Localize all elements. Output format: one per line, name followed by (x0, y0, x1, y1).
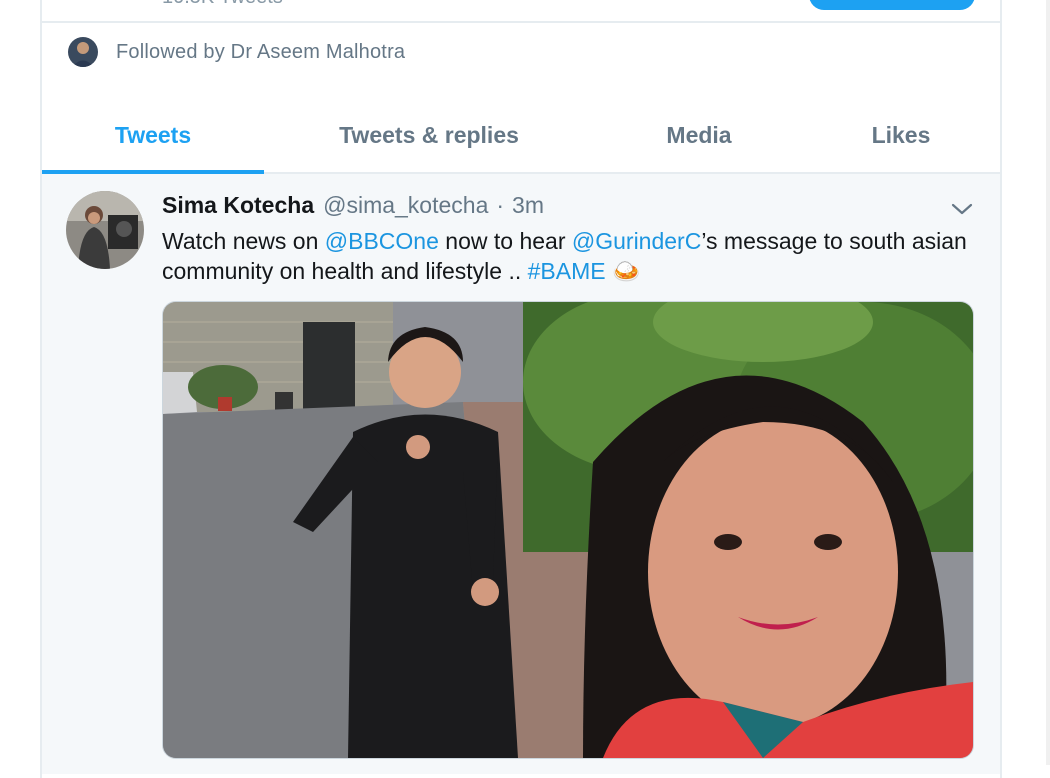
profile-header-strip: 10.5K Tweets (42, 0, 1000, 23)
tweet[interactable]: Sima Kotecha @sima_kotecha · 3m Watch ne… (42, 174, 1000, 774)
curry-emoji: 🍛 (605, 258, 641, 284)
header-separator: · (496, 192, 505, 218)
timeline-column: 10.5K Tweets Followed by Dr Aseem Malhot… (40, 0, 1002, 778)
chevron-down-icon[interactable] (950, 202, 974, 216)
author-name[interactable]: Sima Kotecha (162, 192, 314, 219)
text-segment: now to hear (438, 228, 572, 254)
tweet-header: Sima Kotecha @sima_kotecha · 3m (162, 192, 544, 219)
followed-by-row[interactable]: Followed by Dr Aseem Malhotra (68, 36, 405, 68)
tab-label: Likes (871, 121, 931, 148)
mention-link-bbcone[interactable]: @BBCOne (325, 228, 439, 254)
window-scrollbar[interactable] (1046, 0, 1050, 765)
tab-label: Tweets (114, 121, 192, 148)
mention-link-gurinderc[interactable]: @GurinderC (572, 228, 701, 254)
tab-label: Media (666, 121, 732, 148)
hashtag-link-bame[interactable]: #BAME (528, 258, 606, 284)
tab-media[interactable]: Media (594, 98, 804, 172)
tweet-count: 10.5K Tweets (162, 0, 283, 9)
author-avatar[interactable] (66, 191, 144, 269)
tweet-text: Watch news on @BBCOne now to hear @Gurin… (162, 226, 992, 286)
tab-tweets[interactable]: Tweets (42, 98, 264, 174)
tweet-timestamp[interactable]: 3m (512, 192, 544, 219)
author-handle[interactable]: @sima_kotecha (323, 192, 488, 219)
tab-likes[interactable]: Likes (804, 98, 998, 172)
follow-button[interactable] (809, 0, 975, 10)
followed-by-text: Followed by Dr Aseem Malhotra (116, 40, 406, 63)
text-segment: Watch news on (162, 228, 325, 254)
profile-tabs: Tweets Tweets & replies Media Likes (42, 98, 1000, 174)
tweet-media-photo[interactable] (162, 301, 974, 759)
tab-tweets-and-replies[interactable]: Tweets & replies (264, 98, 594, 172)
tab-label: Tweets & replies (339, 121, 519, 148)
follower-avatar[interactable] (68, 37, 98, 67)
